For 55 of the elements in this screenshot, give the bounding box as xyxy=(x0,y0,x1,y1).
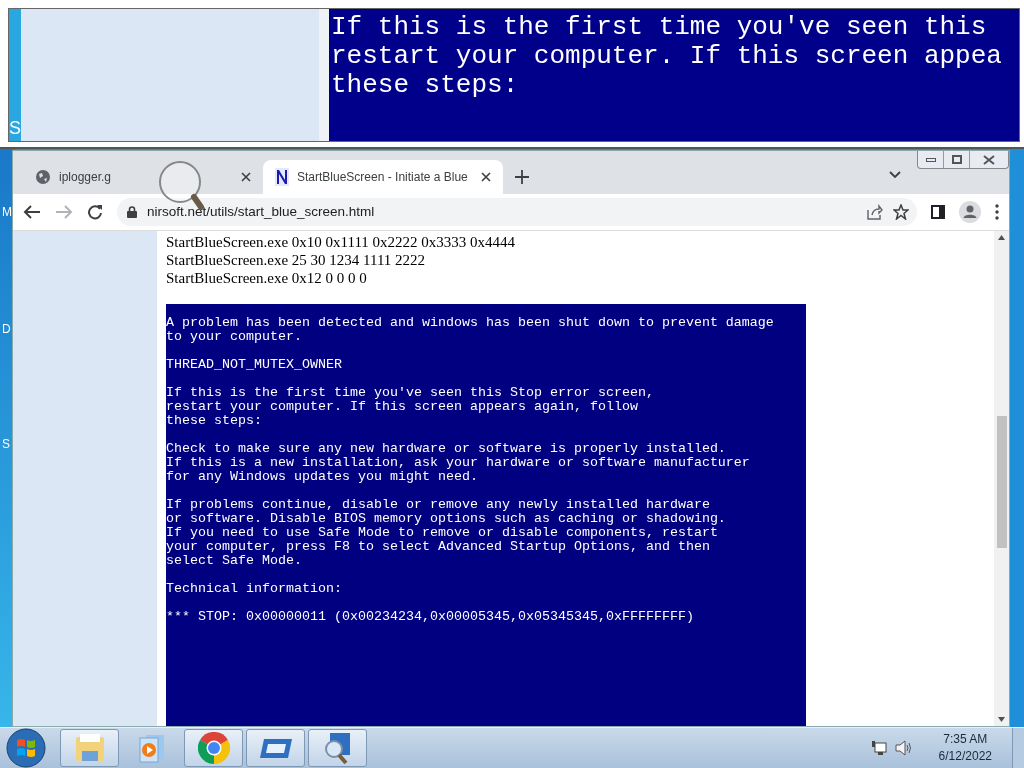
share-icon[interactable] xyxy=(867,204,883,220)
error-text: *** STOP: 0x00000011 (0x00234234,0x00005345,0x05345345,0xFFFFFFFF) xyxy=(166,610,694,624)
magnified-text: these steps: xyxy=(331,71,520,100)
tab-title: StartBlueScreen - Initiate a Blue xyxy=(297,169,469,186)
desktop-icon-label[interactable]: M xyxy=(2,206,12,218)
magnified-text: restart your computer. If this screen appea xyxy=(331,42,1003,71)
scrollbar-thumb[interactable] xyxy=(996,416,1007,548)
magnified-label: S xyxy=(9,119,21,137)
lock-icon xyxy=(127,206,137,218)
address-bar[interactable]: nirsoft.net/utils/start_blue_screen.html xyxy=(117,198,917,226)
url-text: nirsoft.net/utils/start_blue_screen.html xyxy=(147,202,376,221)
close-icon[interactable] xyxy=(241,172,251,182)
error-text: Check to make sure any new hardware or software is properly installed. If this is a new installation, ask your hardware or software manufacturer for any Windows updates you might need. xyxy=(166,442,750,484)
taskbar-app-button[interactable] xyxy=(246,729,305,767)
magnified-text: If this is the first time you've seen this xyxy=(331,13,988,42)
volume-icon[interactable] xyxy=(894,740,913,756)
star-icon[interactable] xyxy=(893,204,909,220)
start-button[interactable] xyxy=(6,728,46,768)
close-icon[interactable] xyxy=(481,172,491,182)
profile-icon[interactable] xyxy=(959,201,981,223)
command-line: StartBlueScreen.exe 0x12 0 0 0 0 xyxy=(166,269,368,287)
network-icon[interactable] xyxy=(870,740,887,756)
tab-title: iplogger.g xyxy=(59,169,113,186)
scroll-up-icon[interactable] xyxy=(998,235,1005,240)
chevron-down-icon[interactable] xyxy=(889,171,901,179)
taskbar-app-button[interactable] xyxy=(60,729,119,767)
back-icon[interactable] xyxy=(23,204,41,220)
close-icon xyxy=(983,154,995,165)
clock[interactable]: 7:35 AM 6/12/2022 xyxy=(938,731,992,765)
n-logo-icon xyxy=(275,168,289,186)
scroll-down-icon[interactable] xyxy=(998,717,1005,722)
side-panel-icon[interactable] xyxy=(931,205,945,219)
command-line: StartBlueScreen.exe 0x10 0x1111 0x2222 0x3333 0x4444 xyxy=(166,233,517,251)
taskbar-app-button[interactable] xyxy=(308,729,367,767)
reload-icon[interactable] xyxy=(87,204,103,220)
error-text: If this is the first time you've seen this Stop error screen, restart your computer. If this screen appears again, follow these steps: xyxy=(166,386,654,428)
folder-icon xyxy=(73,733,106,763)
menu-icon[interactable] xyxy=(995,204,999,220)
command-line: StartBlueScreen.exe 25 30 1234 1111 2222 xyxy=(166,251,427,269)
error-text: If problems continue, disable or remove any newly installed hardware or software. Disable BIOS memory options such as caching or shadowing. If you need to use Safe Mode to remove or disable components, restart your computer, press F8 to select Advanced Startup Options, and then select Safe Mode. xyxy=(166,498,726,568)
globe-icon xyxy=(35,169,51,185)
error-text: Technical information: xyxy=(166,582,342,596)
clock-date: 6/12/2022 xyxy=(938,748,992,765)
chrome-icon xyxy=(197,732,230,764)
browser-tab[interactable]: StartBlueScreen - Initiate a Blue xyxy=(263,160,503,194)
browser-tab[interactable]: iplogger.g xyxy=(23,160,263,194)
media-player-icon xyxy=(137,733,166,763)
taskbar-app-button[interactable] xyxy=(184,729,243,767)
error-text: A problem has been detected and windows has been shut down to prevent damage to your computer. xyxy=(166,316,774,344)
scrollbar[interactable] xyxy=(994,231,1009,726)
new-tab-icon[interactable] xyxy=(515,170,529,184)
clock-time: 7:35 AM xyxy=(943,731,988,748)
error-text: THREAD_NOT_MUTEX_OWNER xyxy=(166,358,342,372)
window-icon xyxy=(258,736,293,760)
desktop-icon-label[interactable]: D xyxy=(2,323,11,335)
